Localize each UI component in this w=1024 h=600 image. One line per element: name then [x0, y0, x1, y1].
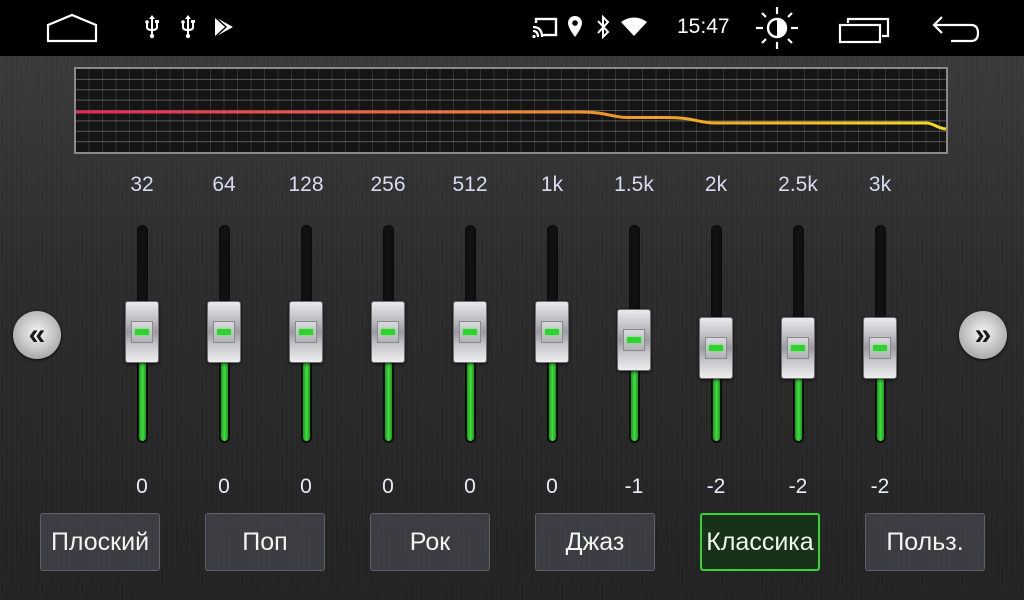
eq-curve-plot	[76, 69, 946, 152]
band-gain-value: -1	[624, 475, 644, 498]
recent-apps-icon[interactable]	[838, 16, 890, 49]
next-page-button[interactable]: »	[959, 311, 1007, 359]
thumb-led-indicator	[135, 329, 149, 335]
band-slider-thumb[interactable]	[863, 317, 897, 379]
thumb-led-indicator	[381, 329, 395, 335]
band-gain-value: 0	[300, 475, 312, 498]
band-frequency-label: 256	[370, 173, 406, 196]
status-bar: 15:47	[0, 0, 1024, 56]
location-icon	[567, 15, 583, 44]
band-frequency-label: 32	[130, 173, 154, 196]
bluetooth-icon	[595, 14, 611, 45]
thumb-led-indicator	[217, 329, 231, 335]
brightness-icon[interactable]	[755, 6, 799, 55]
thumb-grip	[541, 321, 563, 343]
thumb-led-indicator	[299, 329, 313, 335]
thumb-led-indicator	[545, 329, 559, 335]
band-gain-value: -2	[706, 475, 726, 498]
band-gain-value: 0	[218, 475, 230, 498]
clock: 15:47	[677, 15, 730, 38]
band-slider-thumb[interactable]	[453, 301, 487, 363]
band-gain-value: 0	[136, 475, 148, 498]
band-slider-thumb[interactable]	[617, 309, 651, 371]
double-chevron-left-icon: «	[28, 318, 46, 351]
preset-button-1[interactable]: Плоский	[40, 513, 160, 571]
cast-icon	[532, 17, 558, 44]
thumb-grip	[459, 321, 481, 343]
band-gain-value: -2	[870, 475, 890, 498]
band-slider-thumb[interactable]	[125, 301, 159, 363]
band-gain-value: -2	[788, 475, 808, 498]
play-store-icon	[214, 16, 234, 43]
preset-button-6[interactable]: Польз.	[865, 513, 985, 571]
band-frequency-label: 512	[452, 173, 488, 196]
thumb-grip	[623, 329, 645, 351]
preset-button-4[interactable]: Джаз	[535, 513, 655, 571]
thumb-grip	[213, 321, 235, 343]
preset-button-3[interactable]: Рок	[370, 513, 490, 571]
band-gain-value: 0	[546, 475, 558, 498]
thumb-grip	[869, 337, 891, 359]
band-frequency-label: 64	[212, 173, 236, 196]
band-slider-thumb[interactable]	[535, 301, 569, 363]
double-chevron-right-icon: »	[974, 318, 992, 351]
thumb-led-indicator	[709, 345, 723, 351]
thumb-led-indicator	[873, 345, 887, 351]
thumb-led-indicator	[627, 337, 641, 343]
band-frequency-label: 128	[288, 173, 324, 196]
eq-response-graph	[74, 67, 948, 154]
band-frequency-label: 2.5k	[778, 173, 818, 196]
preset-button-5[interactable]: Классика	[700, 513, 820, 571]
thumb-grip	[787, 337, 809, 359]
thumb-grip	[131, 321, 153, 343]
usb-icon	[179, 15, 197, 44]
prev-page-button[interactable]: «	[13, 311, 61, 359]
thumb-grip	[377, 321, 399, 343]
home-icon[interactable]	[46, 13, 98, 48]
band-slider-thumb[interactable]	[371, 301, 405, 363]
band-slider-thumb[interactable]	[289, 301, 323, 363]
band-frequency-label: 1k	[540, 173, 564, 196]
band-frequency-label: 3k	[868, 173, 892, 196]
band-gain-value: 0	[382, 475, 394, 498]
thumb-grip	[705, 337, 727, 359]
band-slider-thumb[interactable]	[207, 301, 241, 363]
band-frequency-label: 2k	[704, 173, 728, 196]
preset-button-2[interactable]: Поп	[205, 513, 325, 571]
band-slider-thumb[interactable]	[781, 317, 815, 379]
band-frequency-label: 1.5k	[614, 173, 654, 196]
usb-icon	[143, 15, 161, 44]
back-icon[interactable]	[931, 14, 981, 49]
band-slider-thumb[interactable]	[699, 317, 733, 379]
wifi-icon	[620, 17, 648, 42]
band-gain-value: 0	[464, 475, 476, 498]
thumb-led-indicator	[463, 329, 477, 335]
thumb-grip	[295, 321, 317, 343]
thumb-led-indicator	[791, 345, 805, 351]
